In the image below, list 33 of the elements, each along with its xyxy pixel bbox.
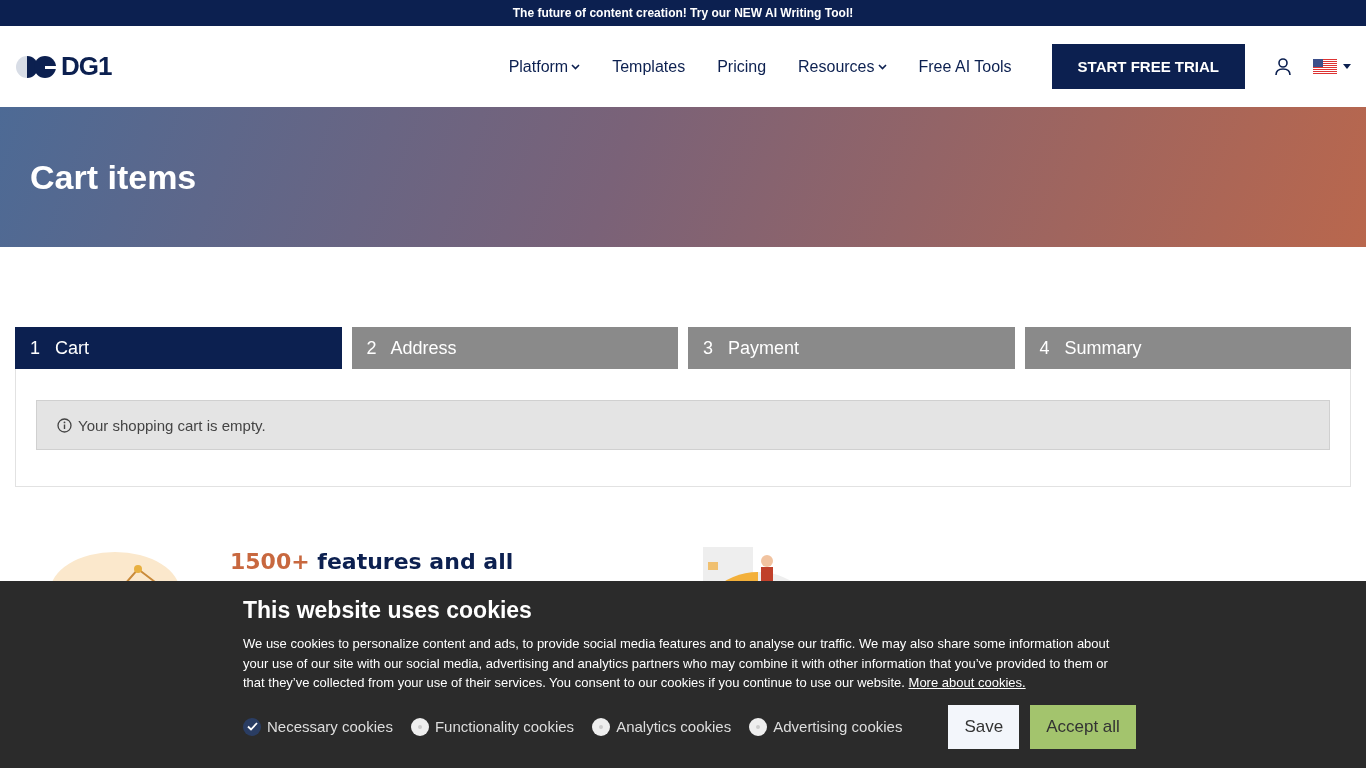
radio-icon[interactable] xyxy=(592,717,611,736)
trial-button[interactable]: START FREE TRIAL xyxy=(1051,44,1245,89)
radio-icon[interactable] xyxy=(410,717,429,736)
check-icon[interactable] xyxy=(243,717,261,736)
cookie-option[interactable]: Analytics cookies xyxy=(592,717,732,736)
headline-text: features and all xyxy=(316,549,514,574)
cookie-option[interactable]: Advertising cookies xyxy=(749,717,903,736)
highlighted-text: 1500+ xyxy=(230,549,310,574)
radio-icon[interactable] xyxy=(749,717,768,736)
accept-button[interactable]: Accept all xyxy=(1030,704,1136,749)
cookie-title: This website uses cookies xyxy=(243,597,533,624)
logo-text[interactable]: DG1 xyxy=(61,51,112,82)
chevron-icon xyxy=(571,63,581,70)
save-button[interactable]: Save xyxy=(948,704,1020,749)
cookie-option[interactable]: Necessary cookies xyxy=(243,717,393,736)
nav-link[interactable]: Platform xyxy=(508,57,581,76)
chevron-icon xyxy=(877,63,887,70)
cookie-link[interactable]: More about cookies. xyxy=(908,675,1026,690)
nav-link[interactable]: Free AI Tools xyxy=(918,57,1012,76)
nav-link[interactable]: Pricing xyxy=(717,57,767,76)
step-tab[interactable]: 1 Cart xyxy=(15,327,342,369)
notice-text: Your shopping cart is empty. xyxy=(78,416,266,434)
user-icon[interactable] xyxy=(1275,57,1291,76)
info-icon xyxy=(57,417,72,433)
nav-link[interactable]: Templates xyxy=(612,57,686,76)
cookie-text: We use cookies to personalize content and ads, to provide social media features and to analyse our traffic. We may also share some information about your use of our site with our social media, advertising and analytics partners who may combine it with other information that you’ve provided to them or that they’ve collected from your use of their services. You consent to our cookies if you continue to use our website. More about cookies. xyxy=(243,635,1111,692)
nav-link[interactable]: Resources xyxy=(798,57,887,76)
logo-icon[interactable] xyxy=(15,54,57,79)
cookie-option[interactable]: Functionality cookies xyxy=(410,717,575,736)
announcement-text[interactable]: The future of content creation! Try our NEW AI Writing Tool! xyxy=(512,6,854,20)
flag-icon[interactable] xyxy=(1313,58,1337,75)
caret-icon[interactable] xyxy=(1343,64,1351,69)
page-title: Cart items xyxy=(30,157,197,197)
